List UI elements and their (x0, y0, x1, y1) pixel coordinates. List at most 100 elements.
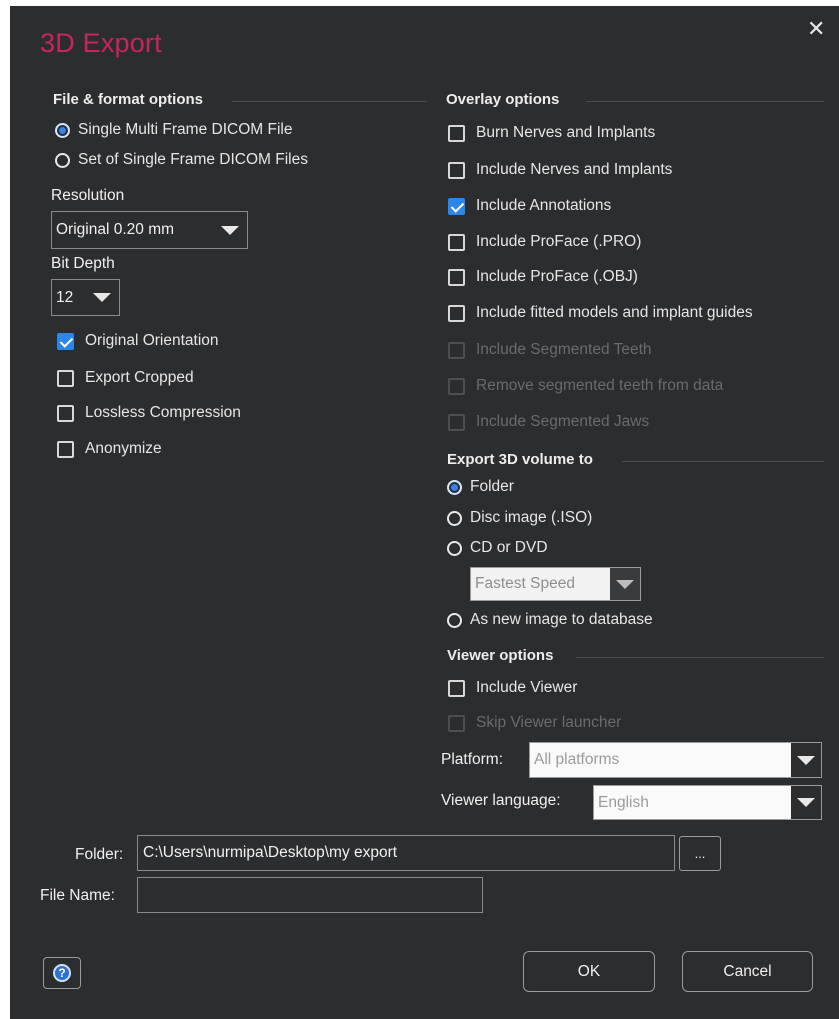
chevron-down-icon (221, 225, 239, 235)
checkbox-label: Export Cropped (85, 369, 194, 386)
radio-label: CD or DVD (470, 539, 548, 556)
checkbox-label: Lossless Compression (85, 404, 241, 421)
checkbox-fitted-models[interactable]: Include fitted models and implant guides (448, 301, 753, 325)
viewer-heading: Viewer options (447, 647, 554, 664)
radio-label: Folder (470, 478, 514, 495)
checkbox-original-orientation[interactable]: Original Orientation (57, 329, 219, 353)
checkbox[interactable] (448, 679, 465, 697)
export-to-heading: Export 3D volume to (447, 451, 593, 468)
checkbox-label: Include Segmented Jaws (476, 413, 650, 430)
checkbox[interactable] (448, 124, 465, 142)
checkbox-label: Include Segmented Teeth (476, 341, 652, 358)
checkbox-segmented-jaws: Include Segmented Jaws (448, 410, 649, 434)
checkbox-label: Include Annotations (476, 197, 612, 214)
checkbox-label: Include Viewer (476, 679, 578, 696)
radio-button-checked[interactable] (447, 479, 462, 495)
checkbox-label: Include ProFace (.PRO) (476, 233, 642, 250)
radio-button[interactable] (55, 152, 70, 168)
checkbox-label: Skip Viewer launcher (476, 714, 622, 731)
checkbox[interactable] (57, 404, 74, 422)
divider (232, 101, 427, 102)
chevron-down-icon (797, 755, 815, 765)
radio-button[interactable] (447, 540, 462, 556)
checkbox-label: Include fitted models and implant guides (476, 304, 753, 321)
radio-label: Single Multi Frame DICOM File (78, 121, 293, 138)
checkbox-anonymize[interactable]: Anonymize (57, 437, 162, 461)
divider (576, 657, 824, 658)
checkbox-lossless-compression[interactable]: Lossless Compression (57, 401, 241, 425)
checkbox-proface-pro[interactable]: Include ProFace (.PRO) (448, 230, 641, 254)
checkbox-include-viewer[interactable]: Include Viewer (448, 676, 577, 700)
radio-cd-dvd[interactable]: CD or DVD (447, 536, 548, 560)
bit-depth-value: 12 (56, 288, 74, 306)
radio-button[interactable] (447, 510, 462, 526)
cancel-button[interactable]: Cancel (682, 951, 813, 992)
radio-label: Set of Single Frame DICOM Files (78, 151, 308, 168)
export-dialog: 3D Export ✕ File & format options Single… (10, 6, 839, 1019)
checkbox-label: Original Orientation (85, 332, 219, 349)
bit-depth-label: Bit Depth (51, 255, 115, 272)
file-name-label: File Name: (40, 887, 115, 904)
ok-button[interactable]: OK (523, 951, 655, 992)
chevron-down-icon (93, 293, 111, 302)
checkbox-disabled (448, 377, 465, 395)
chevron-down-icon (797, 798, 815, 807)
checkbox-remove-segmented-teeth: Remove segmented teeth from data (448, 374, 723, 398)
checkbox-label: Include Nerves and Implants (476, 161, 673, 178)
platform-value: All platforms (534, 751, 620, 768)
radio-button-checked[interactable] (55, 122, 70, 138)
checkbox-disabled (448, 413, 465, 431)
help-icon: ? (53, 964, 71, 982)
burn-speed-select: Fastest Speed (470, 567, 641, 601)
checkbox-checked[interactable] (57, 332, 74, 350)
checkbox[interactable] (448, 304, 465, 322)
radio-button[interactable] (447, 612, 462, 628)
checkbox-include-nerves[interactable]: Include Nerves and Implants (448, 158, 672, 182)
checkbox[interactable] (448, 268, 465, 286)
dialog-title: 3D Export (40, 28, 162, 58)
radio-new-image-database[interactable]: As new image to database (447, 608, 653, 632)
resolution-label: Resolution (51, 187, 125, 204)
platform-select[interactable]: All platforms (529, 742, 822, 778)
checkbox-disabled (448, 341, 465, 359)
radio-disc-image[interactable]: Disc image (.ISO) (447, 506, 592, 530)
radio-label: As new image to database (470, 611, 653, 628)
checkbox-segmented-teeth: Include Segmented Teeth (448, 338, 652, 362)
bit-depth-select[interactable]: 12 (51, 279, 120, 316)
checkbox-checked[interactable] (448, 197, 465, 215)
checkbox[interactable] (57, 369, 74, 387)
checkbox[interactable] (448, 233, 465, 251)
checkbox[interactable] (57, 440, 74, 458)
checkbox[interactable] (448, 161, 465, 179)
checkbox-include-annotations[interactable]: Include Annotations (448, 194, 611, 218)
viewer-language-value: English (598, 793, 649, 811)
burn-speed-value: Fastest Speed (475, 575, 575, 592)
radio-label: Disc image (.ISO) (470, 509, 593, 526)
checkbox-label: Include ProFace (.OBJ) (476, 268, 638, 285)
radio-set-singleframe[interactable]: Set of Single Frame DICOM Files (55, 148, 308, 172)
viewer-language-select[interactable]: English (593, 785, 822, 820)
file-name-input[interactable] (137, 877, 483, 913)
checkbox-label: Burn Nerves and Implants (476, 124, 656, 141)
folder-label: Folder: (75, 846, 124, 863)
radio-folder[interactable]: Folder (447, 475, 514, 499)
divider (622, 461, 824, 462)
checkbox-skip-viewer-launcher: Skip Viewer launcher (448, 711, 621, 735)
checkbox-proface-obj[interactable]: Include ProFace (.OBJ) (448, 265, 638, 289)
chevron-down-icon (616, 579, 634, 589)
file-format-heading: File & format options (53, 91, 203, 108)
viewer-language-label: Viewer language: (441, 792, 561, 809)
checkbox-export-cropped[interactable]: Export Cropped (57, 366, 194, 390)
help-button[interactable]: ? (43, 957, 81, 989)
checkbox-disabled (448, 714, 465, 732)
radio-single-multiframe[interactable]: Single Multi Frame DICOM File (55, 118, 292, 142)
browse-button[interactable]: ... (679, 836, 721, 871)
checkbox-label: Anonymize (85, 440, 162, 457)
divider (586, 101, 824, 102)
checkbox-burn-nerves[interactable]: Burn Nerves and Implants (448, 121, 655, 145)
resolution-value: Original 0.20 mm (56, 221, 175, 238)
resolution-select[interactable]: Original 0.20 mm (51, 211, 248, 249)
folder-path-input[interactable]: C:\Users\nurmipa\Desktop\my export (137, 835, 675, 871)
close-icon[interactable]: ✕ (807, 18, 825, 40)
overlay-heading: Overlay options (446, 91, 560, 108)
